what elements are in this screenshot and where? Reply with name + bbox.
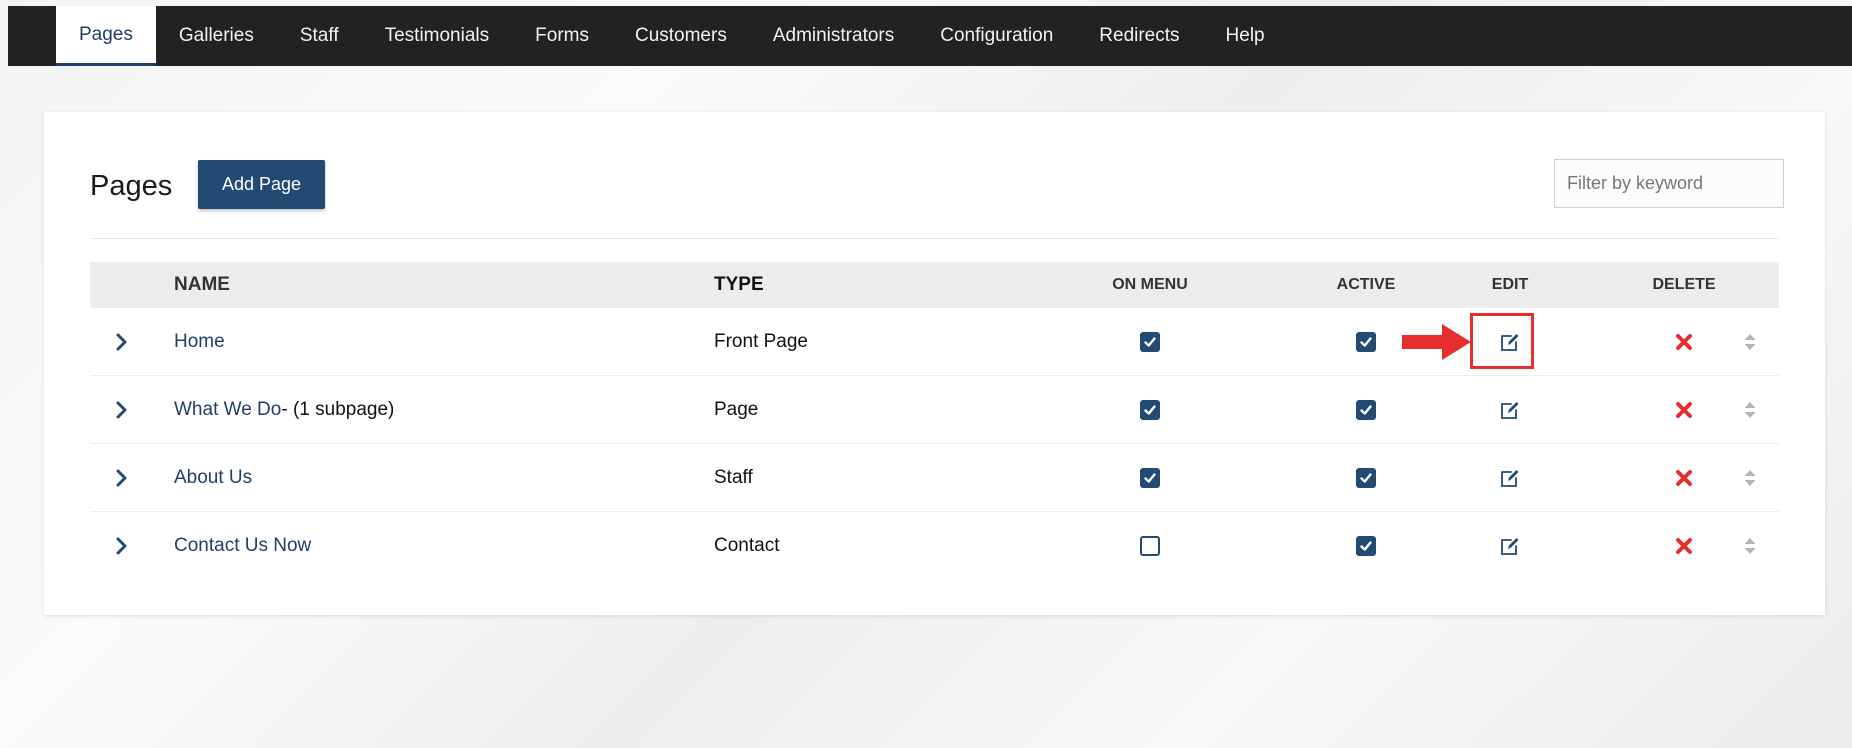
subpage-count: - (1 subpage) xyxy=(281,398,395,420)
active-checkbox[interactable] xyxy=(1336,376,1396,443)
page-name-link[interactable]: Contact Us Now xyxy=(174,535,311,557)
sort-handle-icon[interactable] xyxy=(1730,308,1770,375)
col-name-header: NAME xyxy=(174,274,230,295)
x-icon[interactable] xyxy=(1644,376,1724,443)
col-type-header: TYPE xyxy=(714,274,764,295)
nav-tab-pages[interactable]: Pages xyxy=(56,6,156,66)
on-menu-checkbox[interactable] xyxy=(1110,308,1190,375)
page-title: Pages xyxy=(90,170,173,202)
checked-box-icon[interactable] xyxy=(1356,331,1376,352)
top-nav: Pages Galleries Staff Testimonials Forms… xyxy=(8,6,1852,66)
name-cell: Home xyxy=(174,308,225,375)
table-row: Contact Us Now Contact xyxy=(90,512,1779,579)
page-type: Page xyxy=(714,398,759,420)
checked-box-icon[interactable] xyxy=(1140,399,1160,420)
filter-input[interactable] xyxy=(1554,159,1784,208)
col-edit-header: EDIT xyxy=(1491,276,1529,293)
sort-handle-icon[interactable] xyxy=(1730,512,1770,579)
col-active-header: ACTIVE xyxy=(1336,276,1396,293)
page-type: Front Page xyxy=(714,330,808,352)
table-row: What We Do - (1 subpage) Page xyxy=(90,376,1779,444)
pages-card: Pages Add Page NAME TYPE ON MENU ACTIVE … xyxy=(44,112,1825,615)
sort-handle-icon[interactable] xyxy=(1730,444,1770,511)
nav-tab-help[interactable]: Help xyxy=(1203,6,1288,66)
name-cell: What We Do - (1 subpage) xyxy=(174,376,394,443)
checked-box-icon[interactable] xyxy=(1356,535,1376,556)
on-menu-checkbox[interactable] xyxy=(1110,444,1190,511)
edit-icon[interactable] xyxy=(1470,444,1550,511)
sort-handle-icon[interactable] xyxy=(1730,376,1770,443)
checked-box-icon[interactable] xyxy=(1140,331,1160,352)
active-checkbox[interactable] xyxy=(1336,444,1396,511)
page-name-link[interactable]: Home xyxy=(174,331,225,353)
page-name-link[interactable]: What We Do xyxy=(174,399,281,421)
chevron-right-icon[interactable] xyxy=(108,308,136,375)
col-on-menu-header: ON MENU xyxy=(1112,276,1188,293)
add-page-button[interactable]: Add Page xyxy=(198,160,325,209)
on-menu-checkbox[interactable] xyxy=(1110,376,1190,443)
table-row: About Us Staff xyxy=(90,444,1779,512)
pages-table: NAME TYPE ON MENU ACTIVE EDIT DELETE Hom… xyxy=(90,262,1779,579)
nav-tab-forms[interactable]: Forms xyxy=(512,6,612,66)
table-header: NAME TYPE ON MENU ACTIVE EDIT DELETE xyxy=(90,262,1779,308)
nav-tab-galleries[interactable]: Galleries xyxy=(156,6,277,66)
header-divider xyxy=(90,238,1779,239)
checked-box-icon[interactable] xyxy=(1356,467,1376,488)
checked-box-icon[interactable] xyxy=(1140,467,1160,488)
chevron-right-icon[interactable] xyxy=(108,512,136,579)
chevron-right-icon[interactable] xyxy=(108,376,136,443)
table-body: Home Front Page What We Do - (1 subpage) Pa… xyxy=(90,308,1779,579)
x-icon[interactable] xyxy=(1644,444,1724,511)
x-icon[interactable] xyxy=(1644,308,1724,375)
page-type: Staff xyxy=(714,466,753,488)
arrow-right-icon xyxy=(1402,322,1472,367)
on-menu-checkbox[interactable] xyxy=(1110,512,1190,579)
page-type: Contact xyxy=(714,534,780,556)
highlight-box xyxy=(1470,313,1534,369)
nav-tab-redirects[interactable]: Redirects xyxy=(1076,6,1202,66)
name-cell: About Us xyxy=(174,444,252,511)
nav-tab-testimonials[interactable]: Testimonials xyxy=(362,6,513,66)
edit-icon[interactable] xyxy=(1470,376,1550,443)
col-delete-header: DELETE xyxy=(1652,276,1716,293)
nav-tab-customers[interactable]: Customers xyxy=(612,6,750,66)
checked-box-icon[interactable] xyxy=(1356,399,1376,420)
nav-tab-administrators[interactable]: Administrators xyxy=(750,6,917,66)
chevron-right-icon[interactable] xyxy=(108,444,136,511)
unchecked-box-icon[interactable] xyxy=(1140,535,1160,556)
edit-icon[interactable] xyxy=(1470,512,1550,579)
page-name-link[interactable]: About Us xyxy=(174,467,252,489)
x-icon[interactable] xyxy=(1644,512,1724,579)
nav-tab-staff[interactable]: Staff xyxy=(277,6,362,66)
active-checkbox[interactable] xyxy=(1336,512,1396,579)
name-cell: Contact Us Now xyxy=(174,512,311,579)
nav-tab-configuration[interactable]: Configuration xyxy=(917,6,1076,66)
active-checkbox[interactable] xyxy=(1336,308,1396,375)
table-row: Home Front Page xyxy=(90,308,1779,376)
